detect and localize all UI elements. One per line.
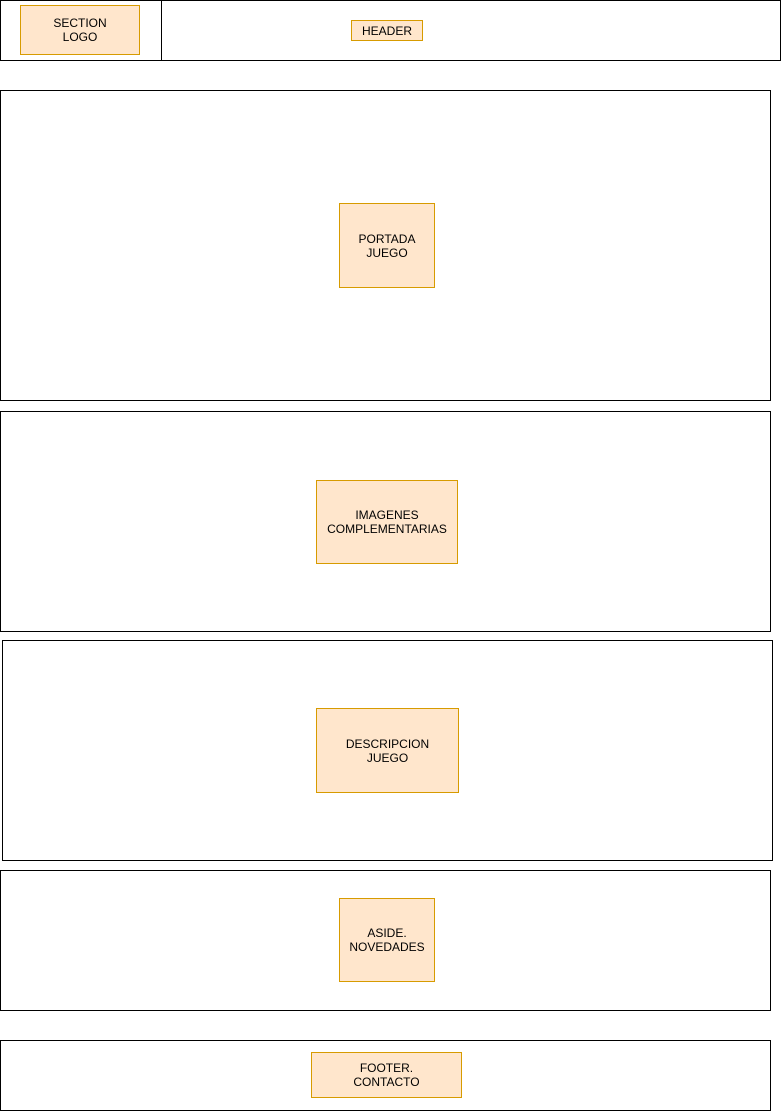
section-logo-box: SECTION LOGO xyxy=(20,5,140,55)
footer-contacto-box: FOOTER. CONTACTO xyxy=(311,1052,462,1098)
footer-contacto-label: FOOTER. CONTACTO xyxy=(353,1061,420,1089)
aside-novedades-box: ASIDE. NOVEDADES xyxy=(339,898,435,982)
imagenes-complementarias-box: IMAGENES COMPLEMENTARIAS xyxy=(316,480,458,564)
aside-novedades-label: ASIDE. NOVEDADES xyxy=(349,926,425,954)
descripcion-juego-box: DESCRIPCION JUEGO xyxy=(316,708,459,793)
imagenes-complementarias-label: IMAGENES COMPLEMENTARIAS xyxy=(327,508,447,536)
portada-juego-box: PORTADA JUEGO xyxy=(339,203,435,288)
section-logo-label: SECTION LOGO xyxy=(53,16,107,44)
header-box: HEADER xyxy=(351,20,423,41)
header-label: HEADER xyxy=(361,23,412,38)
portada-juego-label: PORTADA JUEGO xyxy=(358,231,416,260)
descripcion-juego-label: DESCRIPCION JUEGO xyxy=(345,736,430,765)
header-divider xyxy=(161,1,162,60)
